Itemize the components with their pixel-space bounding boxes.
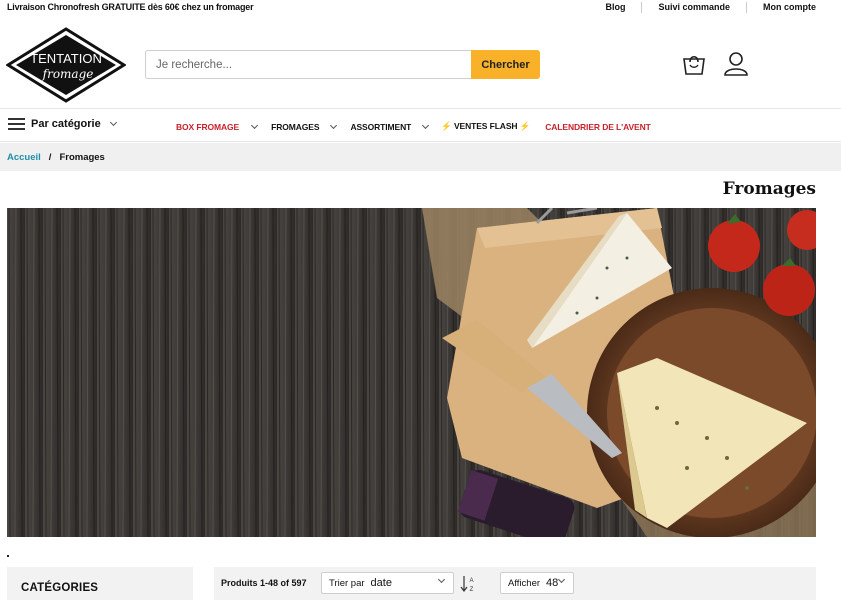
- nav-item-label: FROMAGES: [271, 121, 320, 132]
- nav-item-fromages[interactable]: FROMAGES: [271, 121, 338, 132]
- top-bar: Livraison Chronofresh GRATUITE dès 60€ c…: [0, 0, 841, 16]
- promo-text: Livraison Chronofresh GRATUITE dès 60€ c…: [7, 2, 254, 12]
- sidebar-title: CATÉGORIES: [21, 582, 99, 594]
- nav-item-label: CALENDRIER DE L'AVENT: [545, 121, 651, 132]
- svg-text:A: A: [469, 578, 473, 584]
- category-banner-image: [7, 208, 816, 537]
- breadcrumb-home-link[interactable]: Accueil: [7, 152, 41, 163]
- shopping-bag-icon[interactable]: [681, 52, 707, 76]
- breadcrumb: Accueil / Fromages: [0, 143, 841, 171]
- site-logo[interactable]: TENTATION fromage: [5, 27, 127, 103]
- nav-item-calendrier-avent[interactable]: CALENDRIER DE L'AVENT: [545, 121, 651, 132]
- nav-item-label: ⚡ VENTES FLASH ⚡: [441, 121, 531, 131]
- items-per-page-value: 48: [546, 577, 559, 589]
- nav-item-label: BOX FROMAGE: [176, 121, 240, 132]
- chevron-down-icon: [251, 121, 259, 129]
- search-button[interactable]: Chercher: [471, 50, 540, 79]
- main-nav: Par catégorie BOX FROMAGE FROMAGES ASSOR…: [0, 109, 841, 142]
- items-per-page-select[interactable]: Afficher 48: [500, 572, 574, 594]
- sort-select[interactable]: Trier par date: [321, 572, 454, 594]
- hamburger-icon: [8, 118, 25, 130]
- page-title: Fromages: [722, 179, 816, 199]
- stray-dot: [7, 555, 9, 557]
- order-tracking-link[interactable]: Suivi commande: [641, 2, 746, 13]
- items-per-page-label: Afficher: [508, 577, 541, 589]
- nav-item-ventes-flash[interactable]: ⚡ VENTES FLASH ⚡: [441, 121, 530, 132]
- category-menu-label: Par catégorie: [31, 118, 101, 130]
- breadcrumb-separator: /: [48, 152, 52, 163]
- logo-script: fromage: [42, 67, 94, 81]
- nav-items: BOX FROMAGE FROMAGES ASSORTIMENT ⚡ VENTE…: [176, 121, 651, 132]
- my-account-link[interactable]: Mon compte: [746, 2, 816, 13]
- chevron-down-icon: [330, 121, 338, 129]
- product-toolbar: Produits 1-48 of 597 Trier par date A Z …: [214, 567, 816, 600]
- site-header: TENTATION fromage Chercher: [0, 16, 841, 109]
- chevron-down-icon: [422, 121, 430, 129]
- logo-wordmark: TENTATION: [30, 51, 102, 66]
- chevron-down-icon: [109, 118, 117, 127]
- chevron-down-icon: [557, 575, 566, 584]
- top-links: Blog Suivi commande Mon compte: [589, 2, 816, 13]
- sidebar-categories: CATÉGORIES: [7, 567, 193, 600]
- product-count: Produits 1-48 of 597: [221, 578, 307, 588]
- sort-label: Trier par: [329, 577, 365, 589]
- sort-value: date: [370, 577, 392, 589]
- category-menu-toggle[interactable]: Par catégorie: [8, 118, 117, 130]
- breadcrumb-current: Fromages: [59, 152, 105, 163]
- search-input[interactable]: [145, 50, 471, 79]
- chevron-down-icon: [437, 575, 446, 584]
- svg-text:Z: Z: [470, 587, 474, 593]
- search-bar: Chercher: [145, 50, 540, 79]
- nav-item-label: ASSORTIMENT: [350, 121, 412, 132]
- nav-item-box-fromage[interactable]: BOX FROMAGE: [176, 121, 259, 132]
- nav-item-assortiment[interactable]: ASSORTIMENT: [350, 121, 430, 132]
- sort-direction-icon[interactable]: A Z: [460, 574, 476, 593]
- user-icon[interactable]: [722, 51, 750, 77]
- blog-link[interactable]: Blog: [589, 2, 641, 13]
